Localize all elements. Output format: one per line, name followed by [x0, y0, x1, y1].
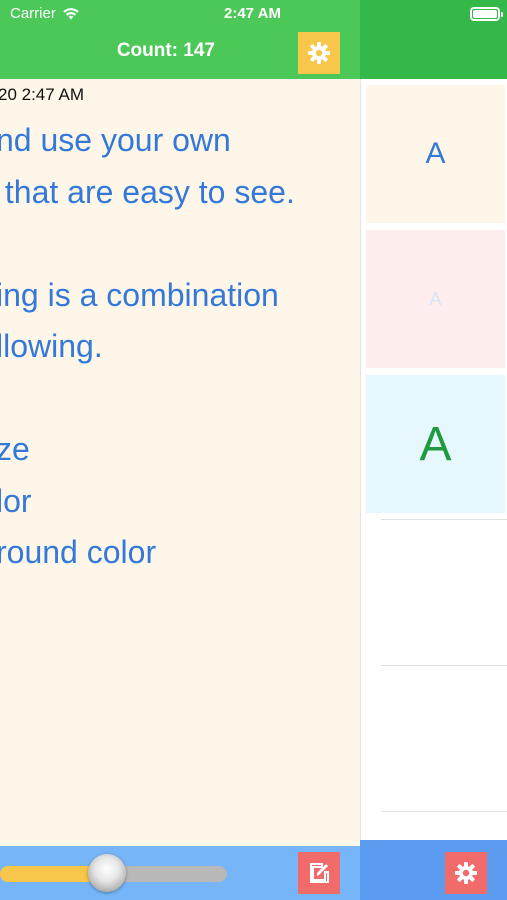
slider-thumb[interactable]: [87, 854, 126, 892]
style-sample-2[interactable]: A: [366, 230, 505, 368]
memo-text[interactable]: nd use your own that are easy to see. in…: [0, 115, 295, 579]
gear-icon: [308, 42, 330, 64]
style-sample-column: A A A: [360, 79, 507, 840]
side-settings-button[interactable]: [445, 852, 487, 894]
divider: [381, 665, 507, 666]
carrier-label: Carrier: [10, 5, 56, 22]
style-sample-3[interactable]: A: [366, 375, 505, 513]
memo-content[interactable]: 20 2:47 AM nd use your own that are easy…: [0, 79, 360, 846]
gear-icon: [455, 862, 477, 884]
divider: [381, 519, 507, 520]
wifi-icon: [63, 8, 79, 20]
style-sample-label: A: [425, 137, 446, 170]
style-sample-label: A: [429, 288, 442, 309]
settings-button[interactable]: [298, 32, 340, 74]
battery-icon: [470, 7, 503, 21]
count-title: Count: 147: [116, 40, 215, 61]
style-sample-label: A: [419, 417, 452, 471]
memo-timestamp: 20 2:47 AM: [0, 85, 85, 104]
edit-button[interactable]: [298, 852, 340, 894]
edit-icon: [310, 863, 329, 883]
status-carrier: Carrier: [10, 5, 80, 22]
status-time: 2:47 AM: [224, 5, 281, 22]
style-sample-1[interactable]: A: [366, 85, 505, 223]
divider: [381, 811, 507, 812]
